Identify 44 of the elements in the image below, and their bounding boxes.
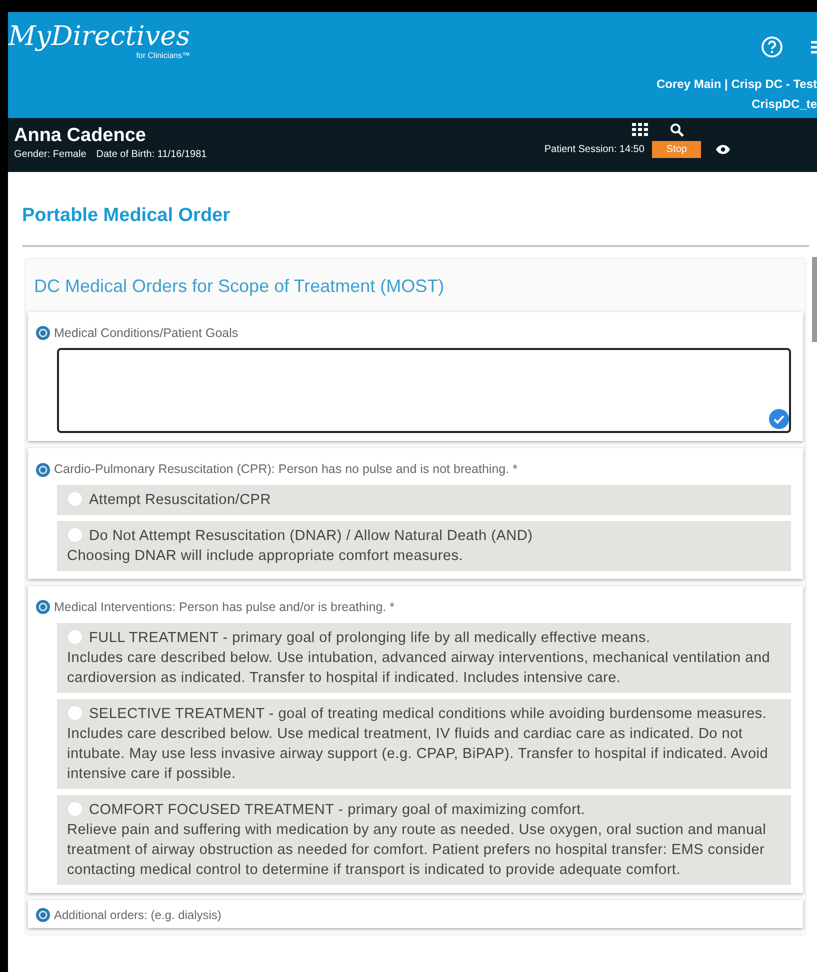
option-label: SELECTIVE TREATMENT - goal of treating medical conditions while avoiding burdensome measures. [89,706,767,722]
patient-gender: Gender: Female [14,148,86,162]
logo-wordmark: MyDirectives [8,22,190,52]
search-icon[interactable] [670,123,684,137]
radio-option[interactable] [57,622,791,693]
option-description: Includes care described below. Use intubation, advanced airway interventions, mechanical ventilation and cardioversion as indicated. Transfer to hospital if indicated. Includes intensive care. [67,648,772,688]
help-icon[interactable] [761,36,783,58]
info-icon[interactable] [36,600,50,614]
radio-button[interactable] [67,800,83,817]
menu-icon[interactable] [811,39,817,55]
radio-button[interactable] [67,628,83,645]
info-icon[interactable] [36,462,50,477]
option-label: Do Not Attempt Resuscitation (DNAR) / Allow Natural Death (AND) [89,528,533,544]
grid-icon[interactable] [632,123,648,137]
radio-option[interactable] [57,698,791,789]
info-icon[interactable] [36,326,50,340]
form-title: DC Medical Orders for Scope of Treatment (MOST) [33,274,446,298]
radio-option[interactable] [57,794,791,885]
info-icon[interactable] [36,908,50,922]
organization-name: CrispDC_te [752,96,817,113]
option-label: COMFORT FOCUSED TREATMENT - primary goal of maximizing comfort. [89,802,586,818]
radio-button[interactable] [67,491,83,507]
section-label: Medical Conditions/Patient Goals [54,324,238,342]
option-description: Choosing DNAR will include appropriate comfort measures. [67,547,464,566]
patient-birth-date: Date of Birth: 11/16/1981 [96,148,207,162]
user-info: Corey Main | Crisp DC - Test [656,76,817,93]
section-label: Additional orders: (e.g. dialysis) [54,906,222,924]
radio-option[interactable]: Attempt Resuscitation/CPR [57,485,791,515]
section-label: Medical Interventions: Person has pulse and/or is breathing. * [54,599,394,616]
option-label: Attempt Resuscitation/CPR [89,492,271,508]
scrollbar-thumb[interactable] [812,257,817,342]
option-description: Includes care described below. Use medical treatment, IV fluids and cardiac care as indicated. Do not intubate. May use less invasive airway support (e.g. CPAP, BiPAP). Transfer to hospital if indicated. Avoid intensive care if possible. [67,724,770,784]
eye-icon[interactable] [715,144,731,155]
page-title: Portable Medical Order [22,202,809,246]
logo-tagline: for Clinicians™ [136,51,190,62]
text-area[interactable] [57,348,791,434]
patient-name: Anna Cadence [14,125,147,147]
radio-button[interactable] [67,527,83,543]
radio-option[interactable]: Do Not Attempt Resuscitation (DNAR) / Allow Natural Death (AND) Choosing DNAR will include appropriate comfort measures. [57,521,791,571]
option-description: Relieve pain and suffering with medication by any route as needed. Use oxygen, oral suction and manual treatment of airway obstruction as needed for comfort. Patient prefers no hospital transfer: EMS consider contacting medical control to determine if transport is indicated to provide adequate comfort. [67,820,768,880]
radio-button[interactable] [67,704,83,721]
option-label: FULL TREATMENT - primary goal of prolonging life by all medically effective means. [89,630,650,646]
section-label: Cardio-Pulmonary Resuscitation (CPR): Person has no pulse and is not breathing. * [54,461,518,478]
session-timer: Patient Session: 14:50 [544,143,644,157]
